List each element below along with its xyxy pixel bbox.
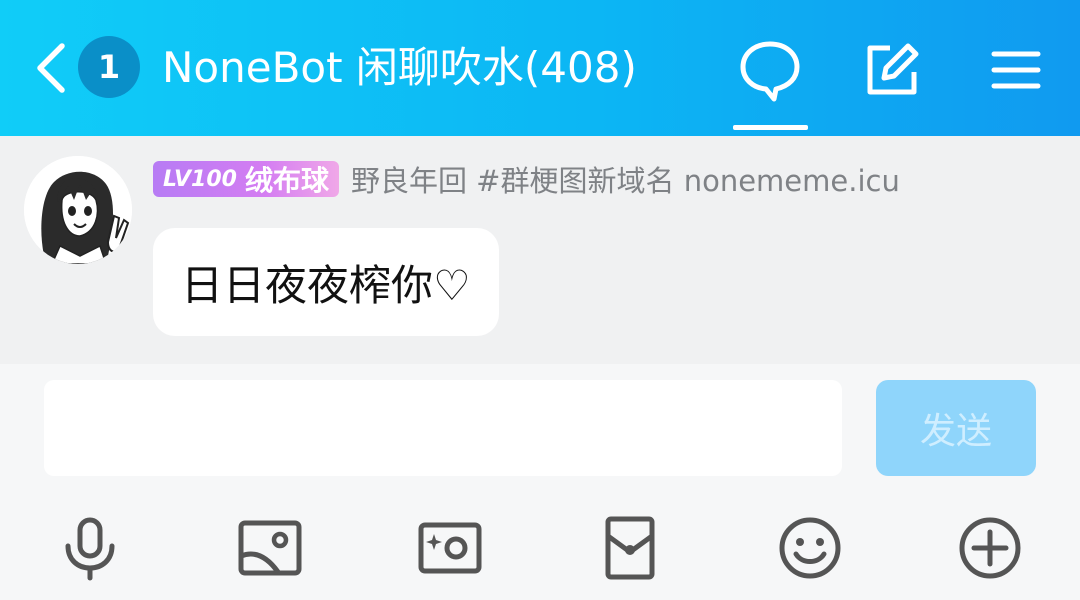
- active-tab-indicator: [733, 125, 808, 130]
- composer: 发送: [0, 364, 1080, 600]
- menu-button[interactable]: [984, 38, 1048, 102]
- group-title: NoneBot 闲聊吹水(408): [162, 43, 637, 92]
- red-packet-button[interactable]: [596, 514, 664, 582]
- message-input[interactable]: [44, 380, 842, 476]
- level-badge[interactable]: LV100 绒布球: [153, 161, 339, 197]
- emoji-icon: [779, 517, 841, 579]
- camera-button[interactable]: [416, 514, 484, 582]
- emoji-button[interactable]: [776, 514, 844, 582]
- camera-icon: [418, 522, 482, 574]
- sender-nickname: 绒布球: [244, 164, 329, 197]
- level-text: LV100: [163, 166, 237, 192]
- message-text: 日日夜夜榨你♡: [181, 260, 471, 310]
- image-icon: [238, 520, 302, 576]
- chat-bubble-icon: [740, 41, 800, 102]
- edit-button[interactable]: [860, 38, 924, 102]
- edit-icon: [867, 43, 919, 95]
- menu-icon: [991, 51, 1041, 89]
- more-button[interactable]: [956, 514, 1024, 582]
- red-packet-icon: [605, 516, 655, 580]
- sender-title: 野良年回 #群梗图新域名 nonememe.icu: [350, 164, 900, 198]
- photo-button[interactable]: [236, 514, 304, 582]
- avatar[interactable]: [24, 156, 132, 264]
- chat-tab-button[interactable]: [738, 38, 802, 102]
- unread-count-badge[interactable]: 1: [78, 36, 140, 98]
- anime-girl-avatar-icon: [24, 156, 132, 264]
- message-list: LV100 绒布球 野良年回 #群梗图新域名 nonememe.icu 日日夜夜…: [0, 136, 1080, 364]
- send-button[interactable]: 发送: [876, 380, 1036, 476]
- back-button[interactable]: [30, 40, 70, 96]
- chat-header: 1 NoneBot 闲聊吹水(408): [0, 0, 1080, 136]
- plus-icon: [959, 517, 1021, 579]
- message-bubble[interactable]: 日日夜夜榨你♡: [153, 228, 499, 336]
- voice-button[interactable]: [56, 514, 124, 582]
- chevron-left-icon: [37, 43, 65, 93]
- sender-meta: LV100 绒布球 野良年回 #群梗图新域名 nonememe.icu: [153, 160, 900, 198]
- microphone-icon: [65, 517, 115, 581]
